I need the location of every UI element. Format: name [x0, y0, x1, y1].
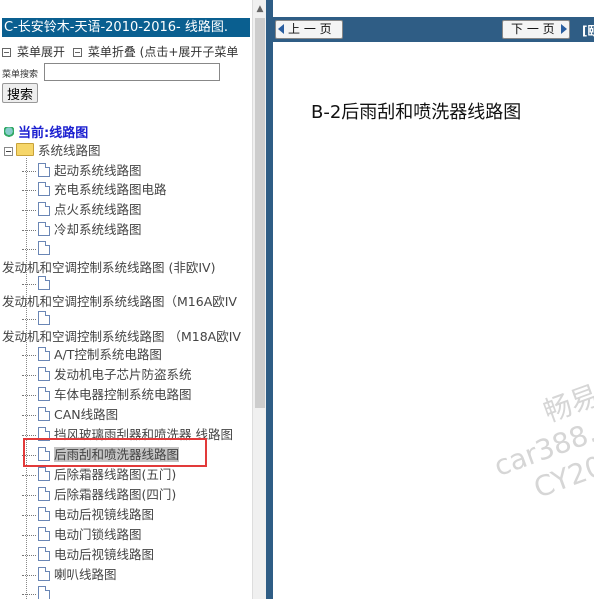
document-icon — [38, 347, 50, 361]
location-pin-icon — [4, 127, 14, 139]
tree-item[interactable] — [22, 310, 54, 328]
previous-page-button[interactable]: 上 一 页 — [275, 20, 343, 39]
tree-item[interactable] — [22, 585, 54, 599]
tree-item[interactable]: 发动机电子芯片防盗系统 — [22, 366, 192, 384]
menu-expand-label: 菜单展开 — [17, 45, 66, 59]
menu-collapse-label: 菜单折叠 (点击+展开子菜单 — [87, 45, 239, 59]
expand-icon — [2, 48, 11, 57]
tree-item[interactable]: 后除霜器线路图(四门) — [22, 486, 176, 504]
tree-item[interactable]: 冷却系统线路图 — [22, 221, 142, 239]
current-location: 当前:线路图 — [4, 122, 88, 141]
left-arrow-icon — [278, 24, 284, 34]
frame-divider[interactable] — [266, 0, 273, 599]
menu-expand-toggle[interactable]: 菜单展开 — [2, 45, 65, 59]
document-icon — [38, 387, 50, 401]
tree-item[interactable]: 发动机和空调控制系统线路图 （M18A欧IV — [2, 328, 241, 346]
tree-item[interactable]: 后除霜器线路图(五门) — [22, 466, 176, 484]
collapse-node-icon — [4, 147, 13, 156]
tree-item[interactable]: 发动机和空调控制系统线路图（M16A欧IV — [2, 293, 237, 311]
search-input[interactable] — [44, 63, 220, 81]
tree-item[interactable]: 充电系统线路图电路 — [22, 181, 167, 199]
content-pane: 上 一 页 下 一 页 [颐 B-2后雨刮和喷洗器线路图 畅易 car388.c… — [273, 0, 594, 599]
tree-item-label: 冷却系统线路图 — [54, 222, 142, 237]
tree-item-label: 电动门锁线路图 — [54, 527, 142, 542]
watermark: 畅易 car388.c CY201 — [478, 378, 594, 516]
tree-item[interactable]: 电动后视镜线路图 — [22, 506, 154, 524]
document-icon — [38, 547, 50, 561]
tree-item-label: 发动机和空调控制系统线路图 （M18A欧IV — [2, 329, 241, 344]
tree-item[interactable]: 电动门锁线路图 — [22, 526, 142, 544]
document-icon — [38, 241, 50, 255]
tree-item-label: 充电系统线路图电路 — [54, 182, 167, 197]
tree-item[interactable]: 电动后视镜线路图 — [22, 546, 154, 564]
document-icon — [38, 202, 50, 216]
right-arrow-icon — [560, 24, 567, 34]
tree-item[interactable]: CAN线路图 — [22, 406, 118, 424]
search-button[interactable]: 搜索 — [2, 83, 39, 103]
vertical-scrollbar[interactable]: ▲ — [252, 0, 266, 599]
scroll-up-arrow-icon[interactable]: ▲ — [253, 2, 266, 16]
tree-item[interactable]: 起动系统线路图 — [22, 162, 142, 180]
tree-item-label: A/T控制系统电路图 — [54, 347, 162, 362]
next-page-label: 下 一 页 — [511, 22, 555, 36]
menu-collapse-toggle[interactable]: 菜单折叠 (点击+展开子菜单 — [72, 45, 239, 59]
tree-item[interactable] — [22, 275, 54, 293]
tree-item-label: 发动机电子芯片防盗系统 — [54, 367, 192, 382]
document-icon — [38, 487, 50, 501]
collapse-icon — [72, 48, 82, 57]
tree-item-label: 发动机和空调控制系统线路图 (非欧IV) — [2, 260, 216, 275]
tree-item-label: 车体电器控制系统电路图 — [54, 387, 192, 402]
tree-item-label: 起动系统线路图 — [54, 163, 142, 178]
document-icon — [38, 467, 50, 481]
tree-item-label: 发动机和空调控制系统线路图（M16A欧IV — [2, 294, 237, 309]
tree-item[interactable]: 车体电器控制系统电路图 — [22, 386, 192, 404]
scroll-thumb[interactable] — [255, 18, 265, 408]
tree-item-label: 电动后视镜线路图 — [54, 547, 155, 562]
tree-item[interactable]: 喇叭线路图 — [22, 566, 117, 584]
document-heading: B-2后雨刮和喷洗器线路图 — [311, 102, 522, 123]
document-icon — [38, 527, 50, 541]
menu-pane: C-长安铃木-天语-2010-2016- 线路图. 菜单展开 菜单折叠 (点击+… — [0, 0, 266, 599]
selection-highlight-box — [23, 438, 207, 467]
document-title-bar: C-长安铃木-天语-2010-2016- 线路图. — [2, 18, 250, 37]
toolbar-cut-text[interactable]: [颐 — [582, 22, 594, 39]
next-page-button[interactable]: 下 一 页 — [502, 20, 570, 39]
document-icon — [38, 586, 50, 599]
tree-item[interactable]: A/T控制系统电路图 — [22, 346, 162, 364]
document-icon — [38, 311, 50, 325]
tree-item-label: 系统线路图 — [38, 143, 101, 158]
tree-folder-system[interactable]: 系统线路图 — [4, 142, 101, 160]
page-toolbar: 上 一 页 下 一 页 [颐 — [273, 17, 594, 42]
document-icon — [38, 276, 50, 290]
tree-item-label: 后除霜器线路图(四门) — [54, 487, 177, 502]
tree-item-label: 后除霜器线路图(五门) — [54, 467, 177, 482]
tree-item-label: CAN线路图 — [54, 407, 119, 422]
tree-item[interactable] — [22, 240, 54, 258]
tree-item-label: 点火系统线路图 — [54, 202, 142, 217]
current-location-label: 当前:线路图 — [18, 126, 89, 141]
document-icon — [38, 507, 50, 521]
document-icon — [38, 163, 50, 177]
search-label: 菜单搜索 — [2, 70, 39, 80]
tree-item-label: 喇叭线路图 — [54, 567, 117, 582]
document-icon — [38, 222, 50, 236]
menu-controls: 菜单展开 菜单折叠 (点击+展开子菜单 — [2, 43, 242, 60]
document-icon — [38, 182, 50, 196]
tree-item[interactable]: 点火系统线路图 — [22, 201, 142, 219]
document-icon — [38, 407, 50, 421]
folder-icon — [16, 143, 34, 156]
document-icon — [38, 367, 50, 381]
tree-item-label: 电动后视镜线路图 — [54, 507, 155, 522]
document-icon — [38, 567, 50, 581]
previous-page-label: 上 一 页 — [288, 22, 332, 36]
